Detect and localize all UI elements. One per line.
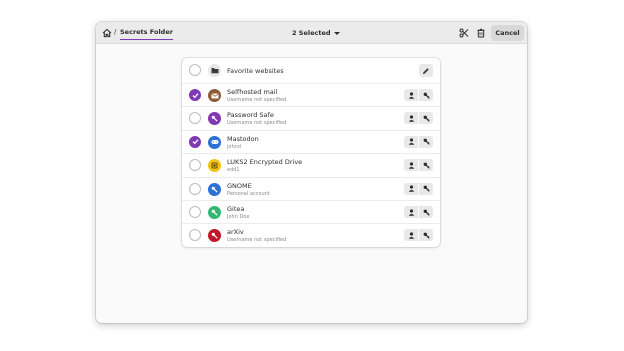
list-item[interactable]: GNOME Personal account xyxy=(182,176,440,200)
person-icon xyxy=(408,208,414,216)
item-checkbox[interactable] xyxy=(189,159,201,172)
key-icon xyxy=(423,232,430,239)
item-avatar xyxy=(208,135,221,149)
copy-username-button[interactable] xyxy=(404,112,418,125)
item-title: LUKS2 Encrypted Drive xyxy=(227,158,303,167)
copy-username-button[interactable] xyxy=(404,89,418,101)
item-subtitle: Personal account xyxy=(227,190,270,197)
item-title: GNOME xyxy=(227,181,252,190)
copy-username-button[interactable] xyxy=(404,182,418,195)
item-checkbox[interactable] xyxy=(189,135,201,148)
caret-down-icon xyxy=(333,31,340,35)
list-item[interactable]: LUKS2 Encrypted Drive edd1 xyxy=(182,153,440,176)
item-avatar xyxy=(208,89,221,102)
copy-password-button[interactable] xyxy=(419,229,433,242)
item-subtitle: Username not specified xyxy=(227,120,287,127)
app-window: / Secrets Folder 2 Selected Cancel Favor… xyxy=(96,22,527,323)
item-title: Mastodon xyxy=(227,134,259,143)
key-icon xyxy=(423,115,430,122)
copy-password-button[interactable] xyxy=(419,206,433,218)
folder-icon xyxy=(211,68,218,74)
item-checkbox[interactable] xyxy=(189,89,201,101)
item-checkbox[interactable] xyxy=(189,206,201,218)
folder-title: Favorite websites xyxy=(227,67,284,75)
breadcrumb-separator: / xyxy=(114,28,117,36)
person-icon xyxy=(408,185,414,192)
item-checkbox[interactable] xyxy=(189,229,201,242)
item-subtitle: Username not specified xyxy=(227,237,287,244)
copy-password-button[interactable] xyxy=(419,89,433,101)
item-checkbox[interactable] xyxy=(189,182,201,195)
copy-username-button[interactable] xyxy=(404,159,418,172)
breadcrumb-current-folder[interactable]: Secrets Folder xyxy=(120,28,173,40)
key-icon xyxy=(423,162,430,169)
edit-folder-button[interactable] xyxy=(419,64,433,77)
selection-menu-button[interactable]: 2 Selected xyxy=(292,29,340,37)
copy-password-button[interactable] xyxy=(419,182,433,195)
copy-username-button[interactable] xyxy=(404,206,418,218)
item-checkbox[interactable] xyxy=(189,112,201,125)
key-icon xyxy=(423,92,430,99)
folder-checkbox[interactable] xyxy=(189,64,201,76)
checkmark-icon xyxy=(192,92,198,98)
header-bar: / Secrets Folder 2 Selected Cancel xyxy=(96,22,527,44)
item-subtitle: John Doe xyxy=(227,214,250,220)
item-title: Gitea xyxy=(227,205,245,213)
key-icon xyxy=(423,185,430,192)
list-item[interactable]: Gitea John Doe xyxy=(182,200,440,223)
person-icon xyxy=(408,91,414,99)
secrets-list: Favorite websites Selfhosted mail Userna… xyxy=(182,58,440,247)
list-item[interactable]: Selfhosted mail Username not specified xyxy=(182,83,440,106)
item-avatar xyxy=(208,229,221,243)
item-subtitle: johnd xyxy=(227,143,241,150)
scissors-icon[interactable] xyxy=(459,28,469,38)
checkmark-icon xyxy=(192,139,198,145)
list-item[interactable]: Mastodon johnd xyxy=(182,129,440,153)
person-icon xyxy=(408,232,414,239)
person-icon xyxy=(408,115,414,122)
item-subtitle: Username not specified xyxy=(227,97,287,103)
list-item[interactable]: arXiv Username not specified xyxy=(182,223,440,246)
person-icon xyxy=(408,162,414,169)
item-subtitle: edd1 xyxy=(227,167,240,174)
item-avatar xyxy=(208,159,221,173)
selection-count-label: 2 Selected xyxy=(292,29,331,37)
copy-password-button[interactable] xyxy=(419,159,433,172)
person-icon xyxy=(408,138,414,146)
item-title: Selfhosted mail xyxy=(227,88,278,96)
cancel-button[interactable]: Cancel xyxy=(491,25,524,41)
copy-username-button[interactable] xyxy=(404,135,418,148)
item-avatar xyxy=(208,206,221,219)
copy-password-button[interactable] xyxy=(419,135,433,148)
mail-icon xyxy=(210,92,219,98)
folder-row[interactable]: Favorite websites xyxy=(182,58,440,83)
item-title: arXiv xyxy=(227,228,244,237)
item-title: Password Safe xyxy=(227,111,274,120)
list-item[interactable]: Password Safe Username not specified xyxy=(182,106,440,129)
key-icon xyxy=(211,209,218,216)
key-icon xyxy=(423,138,430,146)
item-avatar xyxy=(208,112,221,126)
drive-icon xyxy=(211,162,218,169)
trash-icon[interactable] xyxy=(476,28,486,38)
folder-avatar xyxy=(208,64,221,77)
gamepad-icon xyxy=(211,140,218,145)
item-avatar xyxy=(208,182,221,196)
copy-password-button[interactable] xyxy=(419,112,433,125)
key-icon xyxy=(211,233,218,240)
key-icon xyxy=(211,116,218,123)
key-icon xyxy=(423,209,430,216)
pencil-icon xyxy=(423,67,429,74)
home-icon[interactable] xyxy=(102,28,112,38)
copy-username-button[interactable] xyxy=(404,229,418,242)
key-icon xyxy=(211,186,218,193)
